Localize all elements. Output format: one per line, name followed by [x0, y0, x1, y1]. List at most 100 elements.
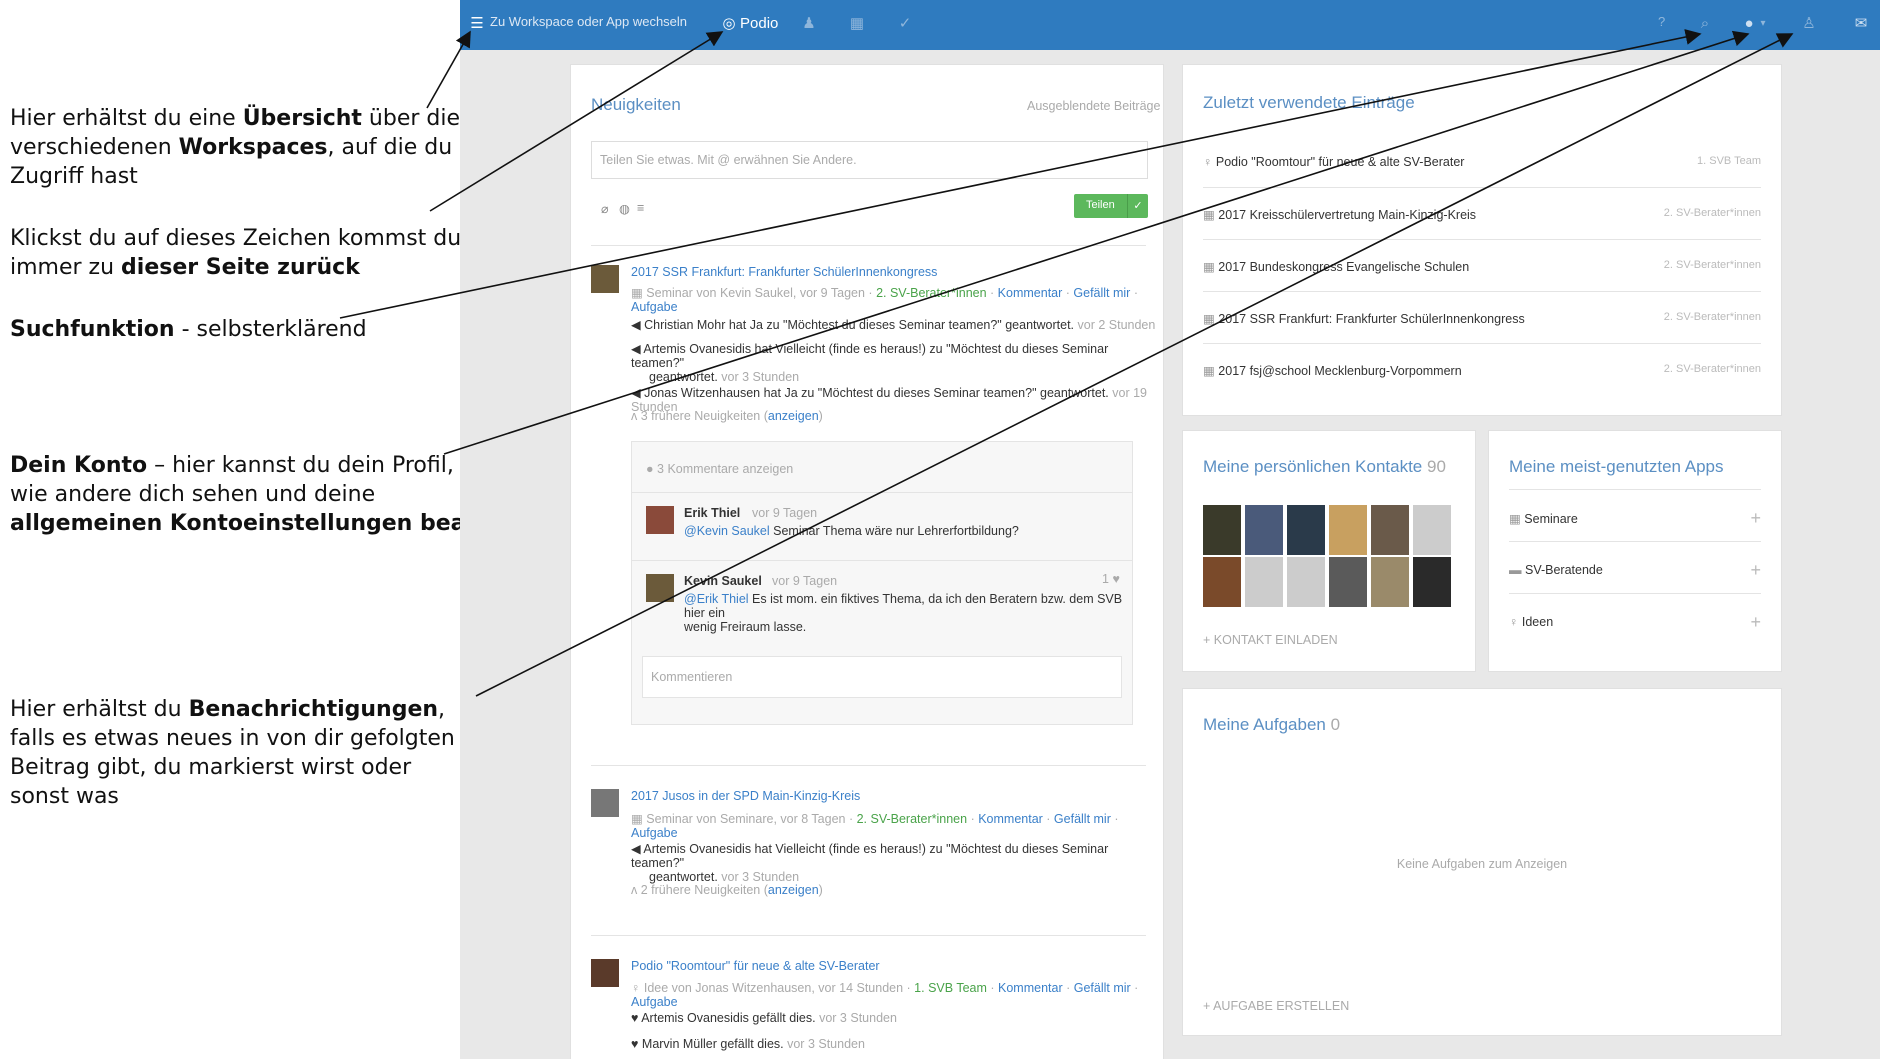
- bulb-icon: ♀: [631, 981, 644, 995]
- search-icon[interactable]: ⌕: [1696, 14, 1714, 32]
- contact-avatar[interactable]: [1371, 557, 1409, 607]
- workspace-switch-link[interactable]: Zu Workspace oder App wechseln: [490, 14, 687, 29]
- list-icon[interactable]: ≡: [637, 201, 644, 215]
- recent-entry[interactable]: ▦ 2017 Kreisschülervertretung Main-Kinzi…: [1203, 207, 1761, 227]
- invite-contact-link[interactable]: + KONTAKT EINLADEN: [1203, 633, 1338, 647]
- annotation-workspaces: Hier erhältst du eine Übersicht über die…: [10, 106, 461, 189]
- contact-avatar[interactable]: [1329, 505, 1367, 555]
- divider: [1203, 343, 1761, 344]
- tasks-icon[interactable]: ✓: [896, 14, 914, 32]
- post-meta: ♀ Idee von Jonas Witzenhausen, vor 14 St…: [631, 981, 1139, 1009]
- app-entry[interactable]: ▦ Seminare +: [1509, 508, 1761, 531]
- post-thumbnail: [591, 265, 619, 293]
- divider: [632, 560, 1132, 561]
- calendar-icon: ▦: [1203, 260, 1215, 274]
- add-icon[interactable]: +: [1750, 560, 1761, 581]
- create-task-link[interactable]: + AUFGABE ERSTELLEN: [1203, 999, 1349, 1013]
- chevron-down-icon[interactable]: ✓: [1127, 194, 1148, 218]
- contacts-card: Meine persönlichen Kontakte 90 + KONTAKT…: [1182, 430, 1476, 672]
- share-button[interactable]: Teilen ✓: [1074, 194, 1148, 218]
- divider: [591, 245, 1146, 246]
- comment-text: @Kevin Saukel Seminar Thema wäre nur Leh…: [684, 524, 1019, 538]
- contact-avatar[interactable]: [1245, 557, 1283, 607]
- annotation-notifications: Hier erhältst du Benachrichtigungen, fal…: [10, 697, 455, 809]
- show-comments-link[interactable]: ● 3 Kommentare anzeigen: [646, 462, 793, 476]
- contact-avatar[interactable]: [1245, 505, 1283, 555]
- activity-item: ♥ Artemis Ovanesidis gefällt dies. vor 3…: [631, 1011, 897, 1025]
- like-count[interactable]: 1 ♥: [1102, 572, 1120, 586]
- comment-author[interactable]: Kevin Saukel: [684, 574, 762, 588]
- post-thumbnail: [591, 789, 619, 817]
- comments-box: ● 3 Kommentare anzeigen Erik Thiel vor 9…: [631, 441, 1133, 725]
- post-title[interactable]: 2017 SSR Frankfurt: Frankfurter SchülerI…: [631, 265, 937, 279]
- divider: [591, 765, 1146, 766]
- divider: [1509, 541, 1761, 542]
- calendar-icon: ▦: [1203, 364, 1215, 378]
- divider: [1509, 593, 1761, 594]
- contact-avatar[interactable]: [1287, 557, 1325, 607]
- calendar-icon: ▦: [631, 286, 647, 300]
- comment-author[interactable]: Erik Thiel: [684, 506, 740, 520]
- bulb-icon: ♀: [1203, 155, 1213, 169]
- podio-logo-icon[interactable]: ◎: [720, 14, 738, 32]
- post-title[interactable]: Podio "Roomtour" für neue & alte SV-Bera…: [631, 959, 880, 973]
- chat-icon[interactable]: ✉: [1852, 14, 1870, 32]
- attach-icon[interactable]: ⌀: [601, 201, 609, 216]
- post-meta: ▦ Seminar von Kevin Saukel, vor 9 Tagen …: [631, 286, 1138, 314]
- calendar-icon: ▦: [1203, 208, 1215, 222]
- megaphone-icon: ◀: [631, 342, 644, 356]
- contact-avatar[interactable]: [1287, 505, 1325, 555]
- activity-item: ◀ Artemis Ovanesidis hat Vielleicht (fin…: [631, 342, 1109, 384]
- recent-entry[interactable]: ♀ Podio "Roomtour" für neue & alte SV-Be…: [1203, 155, 1761, 175]
- recent-entries-card: Zuletzt verwendete Einträge ♀ Podio "Roo…: [1182, 64, 1782, 416]
- post-thumbnail: [591, 959, 619, 987]
- heart-icon: ♥: [1112, 572, 1120, 586]
- recent-entry[interactable]: ▦ 2017 fsj@school Mecklenburg-Vorpommern…: [1203, 363, 1761, 383]
- comment-time: vor 9 Tagen: [772, 574, 838, 588]
- annotation-home: Klickst du auf dieses Zeichen kommst du …: [10, 226, 462, 280]
- contact-avatar[interactable]: [1413, 557, 1451, 607]
- divider: [1203, 239, 1761, 240]
- contact-avatar[interactable]: [1203, 505, 1241, 555]
- app-entry[interactable]: ♀ Ideen +: [1509, 612, 1761, 635]
- globe-icon[interactable]: ◍: [619, 201, 630, 216]
- calendar-icon: ▦: [1203, 312, 1215, 326]
- podio-home-link[interactable]: Podio: [740, 15, 778, 32]
- post-title[interactable]: 2017 Jusos in der SPD Main-Kinzig-Kreis: [631, 789, 860, 803]
- contact-avatar[interactable]: [1329, 557, 1367, 607]
- notifications-icon[interactable]: ♙: [1800, 14, 1818, 32]
- tasks-empty-text: Keine Aufgaben zum Anzeigen: [1396, 857, 1568, 871]
- stack-icon: ▬: [1509, 563, 1522, 577]
- megaphone-icon: ◀: [631, 318, 645, 332]
- help-icon[interactable]: ?: [1658, 14, 1665, 29]
- top-bar: ☰ Zu Workspace oder App wechseln ◎ Podio…: [460, 0, 1880, 50]
- comment-input[interactable]: Kommentieren: [642, 656, 1122, 698]
- hidden-posts-link[interactable]: Ausgeblendete Beiträge: [1027, 99, 1160, 113]
- recent-entry[interactable]: ▦ 2017 SSR Frankfurt: Frankfurter Schüle…: [1203, 311, 1761, 331]
- calendar-icon: ▦: [631, 812, 647, 826]
- app-entry[interactable]: ▬ SV-Beratende +: [1509, 560, 1761, 583]
- calendar-icon[interactable]: ▦: [848, 14, 866, 32]
- annotation-search: Suchfunktion - selbsterklärend: [10, 317, 367, 342]
- contact-avatar[interactable]: [1413, 505, 1451, 555]
- recent-entry[interactable]: ▦ 2017 Bundeskongress Evangelische Schul…: [1203, 259, 1761, 279]
- activity-item: ◀ Artemis Ovanesidis hat Vielleicht (fin…: [631, 842, 1109, 884]
- comment-icon: ●: [646, 462, 658, 476]
- share-input[interactable]: Teilen Sie etwas. Mit @ erwähnen Sie And…: [591, 141, 1148, 179]
- chevron-down-icon[interactable]: ▾: [1754, 14, 1772, 32]
- activity-item: ◀ Christian Mohr hat Ja zu "Möchtest du …: [631, 318, 1156, 332]
- divider: [632, 492, 1132, 493]
- contact-avatar[interactable]: [1371, 505, 1409, 555]
- add-icon[interactable]: +: [1750, 612, 1761, 633]
- tasks-card: Meine Aufgaben 0 Keine Aufgaben zum Anze…: [1182, 688, 1782, 1036]
- tasks-title: Meine Aufgaben 0: [1203, 715, 1341, 734]
- calendar-icon: ▦: [1509, 512, 1521, 526]
- contact-avatar[interactable]: [1203, 557, 1241, 607]
- earlier-updates: ʌ 2 frühere Neuigkeiten (anzeigen): [631, 883, 823, 897]
- avatar: [646, 506, 674, 534]
- contacts-icon[interactable]: ♟: [800, 14, 818, 32]
- apps-card: Meine meist-genutzten Apps ▦ Seminare + ▬ …: [1488, 430, 1782, 672]
- hamburger-icon[interactable]: ☰: [468, 14, 486, 32]
- add-icon[interactable]: +: [1750, 508, 1761, 529]
- divider: [1203, 291, 1761, 292]
